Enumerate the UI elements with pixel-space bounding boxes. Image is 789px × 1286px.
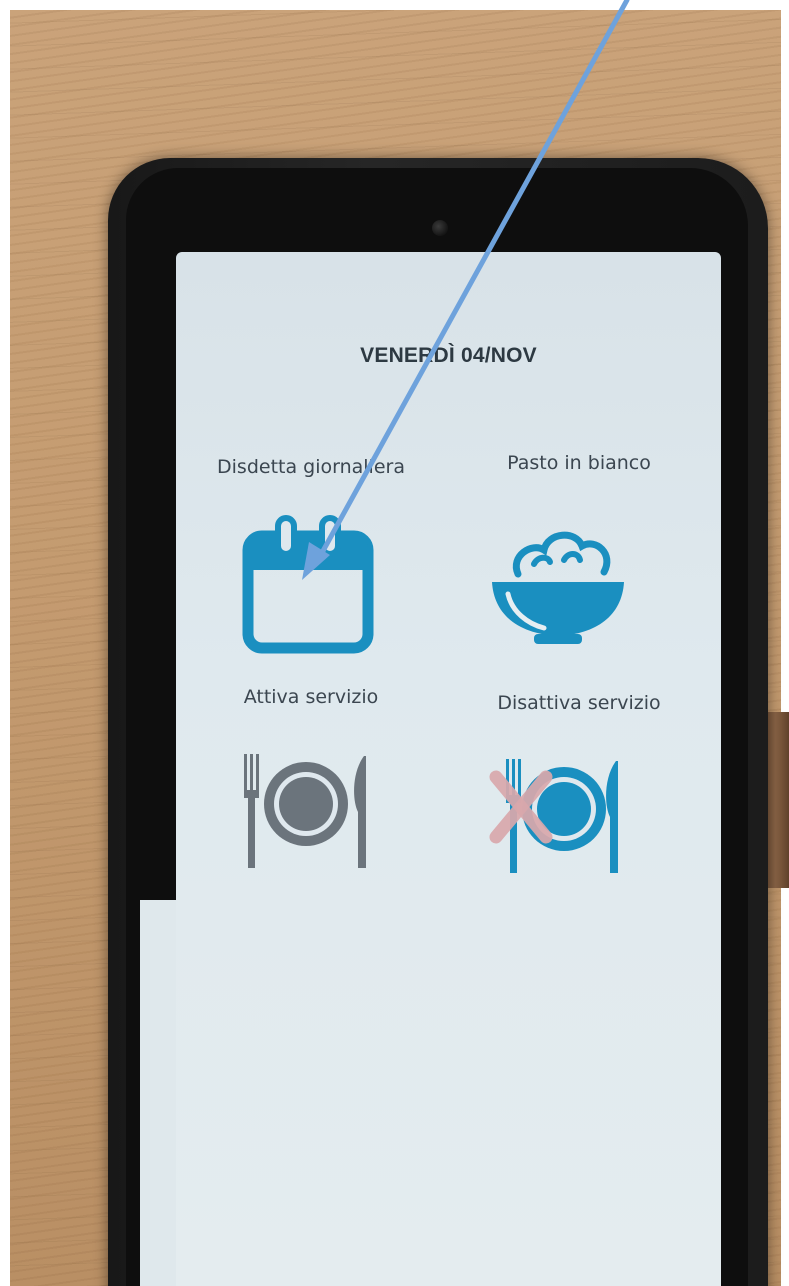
plate-cutlery-crossed-icon[interactable] [476, 757, 626, 875]
option-label: Disdetta giornaliera [217, 456, 405, 478]
rice-bowl-icon[interactable] [488, 516, 628, 646]
option-label: Pasto in bianco [507, 452, 651, 474]
option-label: Disattiva servizio [497, 692, 661, 714]
photo-frame-right [781, 0, 789, 1286]
screen-edge-glare [140, 900, 176, 1286]
plate-cutlery-icon[interactable] [238, 752, 378, 870]
front-camera [432, 220, 448, 236]
photo-frame-left [0, 0, 10, 1286]
photo-frame-top [0, 0, 789, 10]
option-disattiva-servizio[interactable]: Disattiva servizio [454, 692, 704, 714]
day-title: VENERDÌ 04/NOV [360, 344, 537, 367]
option-disdetta-giornaliera[interactable]: Disdetta giornaliera [200, 456, 422, 478]
phone-screen: VENERDÌ 04/NOV Disdetta giornaliera Past… [176, 252, 721, 1286]
option-label: Attiva servizio [243, 686, 379, 708]
option-attiva-servizio[interactable]: Attiva servizio [206, 686, 416, 708]
calendar-icon[interactable] [238, 514, 378, 656]
option-pasto-in-bianco[interactable]: Pasto in bianco [464, 452, 694, 474]
